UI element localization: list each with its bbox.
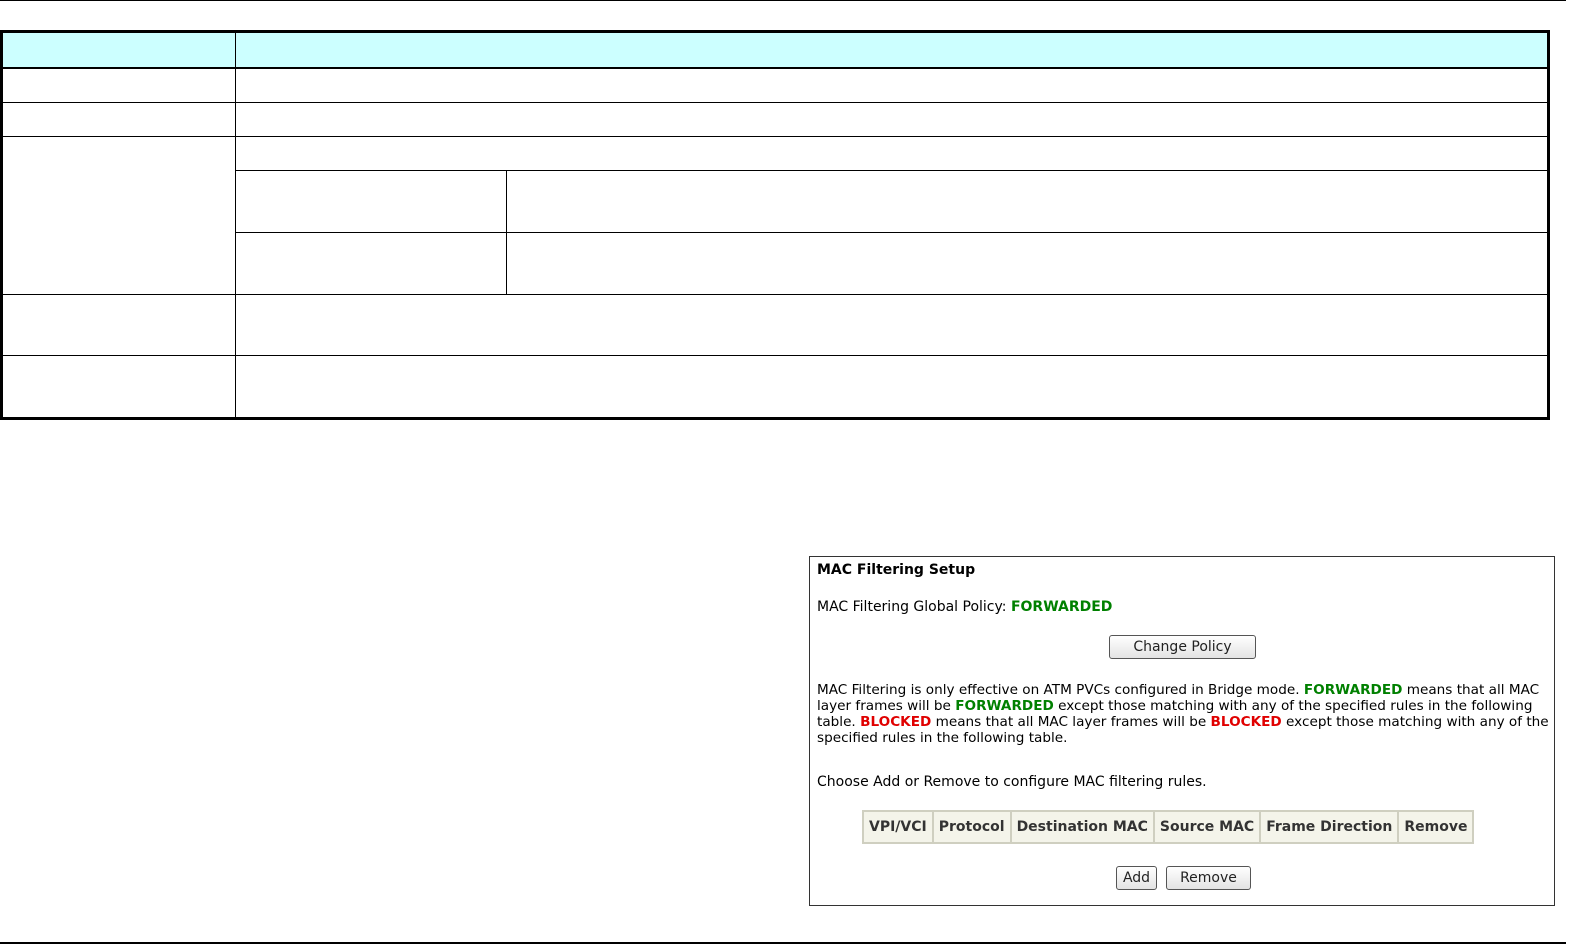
column-header-destination-mac: Destination MAC xyxy=(1009,810,1155,844)
column-divider xyxy=(235,33,236,417)
desc-forwarded: FORWARDED xyxy=(955,698,1054,714)
row-divider xyxy=(235,232,1547,233)
add-button[interactable]: Add xyxy=(1116,866,1157,890)
top-rule xyxy=(0,0,1566,1)
policy-description: MAC Filtering is only effective on ATM P… xyxy=(817,682,1551,746)
mac-rules-table: VPI/VCI Protocol Destination MAC Source … xyxy=(862,810,1475,844)
instruction-text: Choose Add or Remove to configure MAC fi… xyxy=(817,774,1207,790)
policy-label: MAC Filtering Global Policy: xyxy=(817,599,1007,615)
desc-blocked: BLOCKED xyxy=(860,714,932,730)
change-policy-button[interactable]: Change Policy xyxy=(1109,635,1256,659)
mac-filtering-panel: MAC Filtering Setup MAC Filtering Global… xyxy=(809,556,1555,906)
column-header-source-mac: Source MAC xyxy=(1152,810,1262,844)
desc-blocked: BLOCKED xyxy=(1210,714,1282,730)
desc-text: MAC Filtering is only effective on ATM P… xyxy=(817,682,1300,698)
table-header-row: VPI/VCI Protocol Destination MAC Source … xyxy=(862,810,1475,844)
policy-value: FORWARDED xyxy=(1010,599,1113,615)
column-header-protocol: Protocol xyxy=(931,810,1012,844)
remove-button[interactable]: Remove xyxy=(1166,866,1251,890)
column-header-remove: Remove xyxy=(1397,810,1475,844)
desc-forwarded: FORWARDED xyxy=(1303,682,1403,698)
column-header-vpi-vci: VPI/VCI xyxy=(862,810,934,844)
column-divider xyxy=(506,170,507,294)
parameter-table xyxy=(0,30,1550,420)
panel-title: MAC Filtering Setup xyxy=(817,562,976,578)
bottom-rule xyxy=(0,942,1566,944)
global-policy-line: MAC Filtering Global Policy: FORWARDED xyxy=(817,599,1112,615)
row-divider xyxy=(235,170,1547,171)
column-header-frame-direction: Frame Direction xyxy=(1259,810,1400,844)
desc-text: means that all MAC layer frames will be xyxy=(935,714,1207,730)
